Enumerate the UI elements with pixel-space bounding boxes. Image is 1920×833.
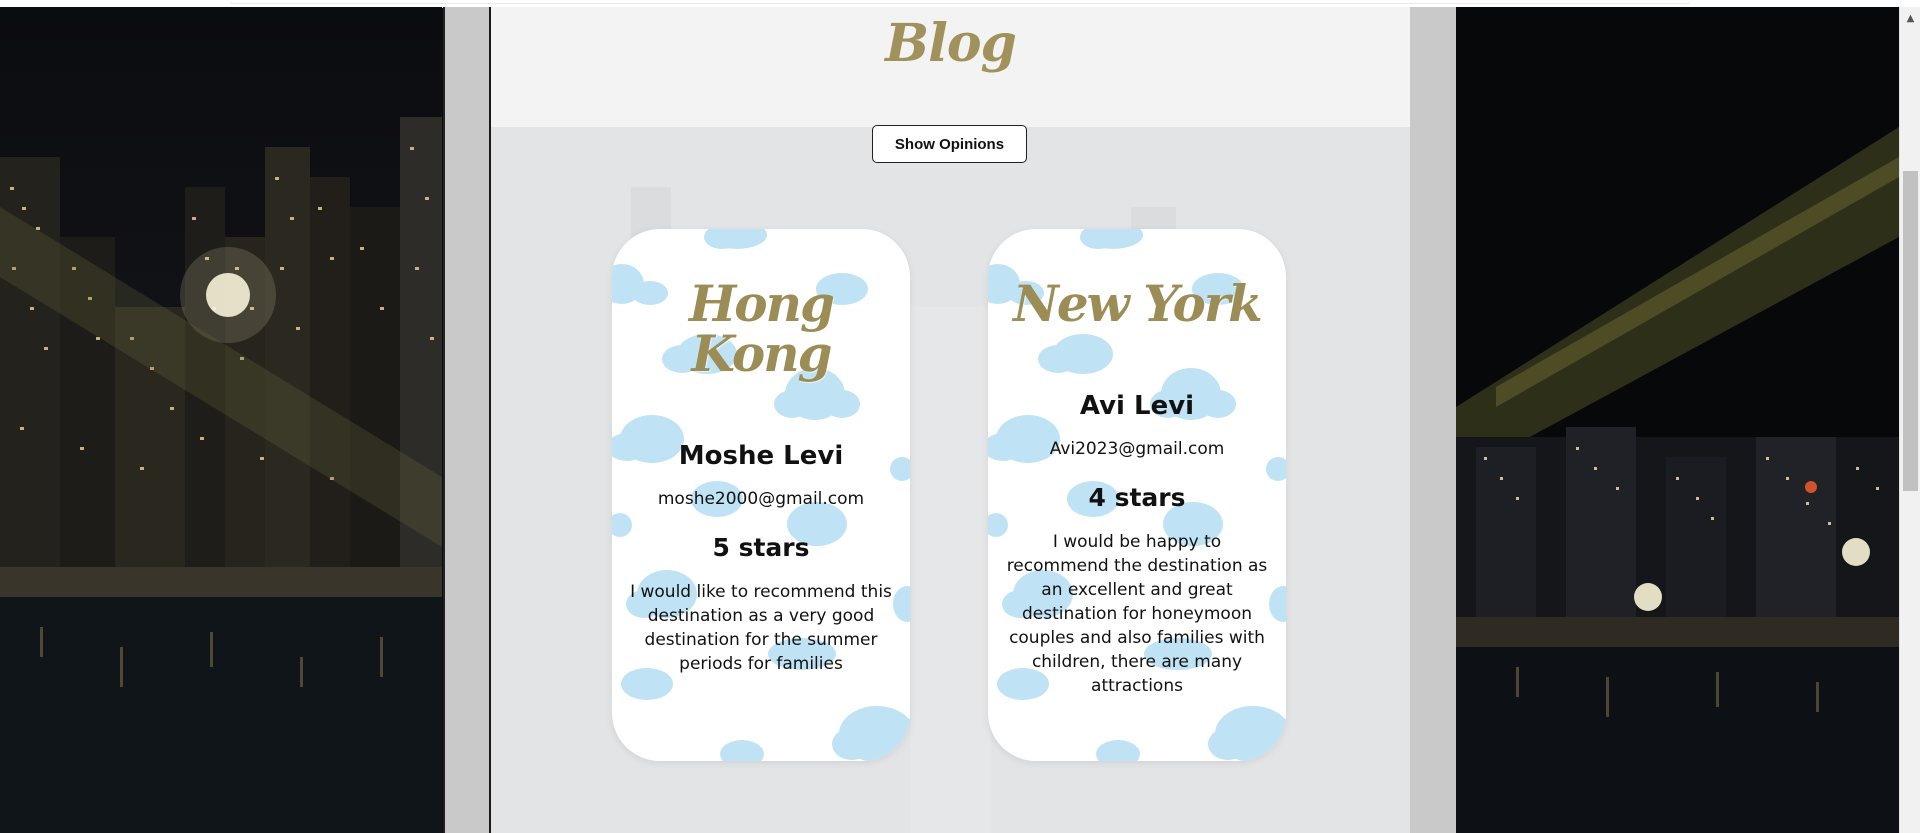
vertical-scrollbar[interactable]: ▲: [1899, 7, 1920, 833]
card-author-email: moshe2000@gmail.com: [657, 489, 865, 509]
left-gutter: [443, 7, 491, 833]
background-city-video-left: [0, 7, 442, 833]
scroll-up-arrow-icon[interactable]: ▲: [1900, 12, 1920, 26]
card-city: New York: [1013, 274, 1263, 333]
card-opinion-text: I would like to recommend this destinati…: [630, 582, 892, 674]
card-opinion-text: I would be happy to recommend the destin…: [1006, 532, 1268, 696]
card-author-name: Moshe Levi: [678, 441, 844, 471]
card-author-name: Avi Levi: [1079, 391, 1195, 421]
opinion-card-new-york: New York Avi Levi Avi2023@gmail.com 4 st…: [988, 229, 1286, 761]
blog-section: Blog Show Opinions Hong Kong Moshe Levi …: [489, 7, 1412, 833]
card-author-email: Avi2023@gmail.com: [1049, 439, 1225, 459]
card-rating: 4 stars: [1088, 483, 1186, 512]
card-city: Hong Kong: [689, 274, 835, 383]
scrollbar-thumb[interactable]: [1903, 171, 1918, 491]
opinion-card-hong-kong: Hong Kong Moshe Levi moshe2000@gmail.com…: [612, 229, 910, 761]
card-rating: 5 stars: [712, 533, 810, 562]
page-title: Blog: [885, 13, 1017, 74]
right-gutter: [1410, 7, 1456, 833]
show-opinions-button[interactable]: Show Opinions: [872, 125, 1027, 163]
background-city-video-right: [1456, 7, 1899, 833]
